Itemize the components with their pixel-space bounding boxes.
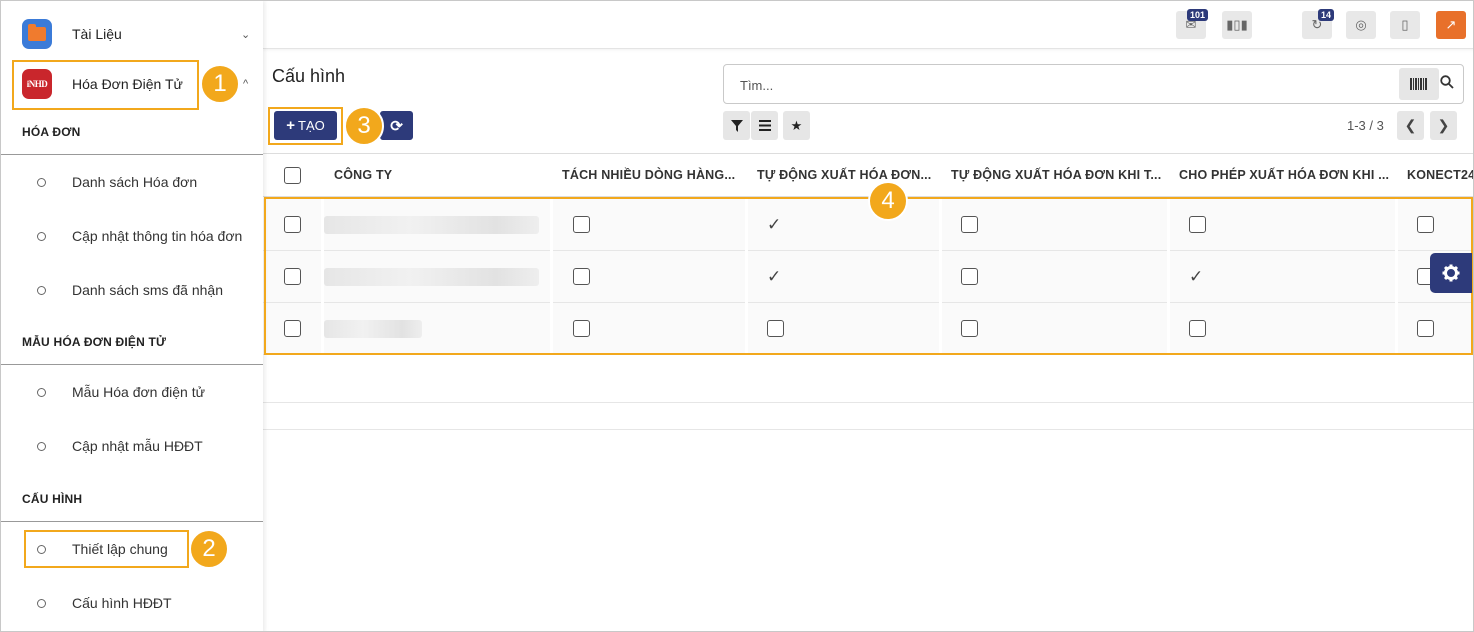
menu-item-einvoice-templates[interactable]: Mẫu Hóa đơn điện tử xyxy=(1,372,263,412)
column-header[interactable]: TỰ ĐỘNG XUẤT HÓA ĐƠN KHI T... xyxy=(951,154,1161,196)
menu-label: Cập nhật mẫu HĐĐT xyxy=(72,438,203,454)
column-header[interactable]: CHO PHÉP XUẤT HÓA ĐƠN KHI ... xyxy=(1179,154,1389,196)
barcode-icon xyxy=(1410,78,1427,90)
app-window: Tài Liệu ⌄ iNHD Hóa Đơn Điện Tử ^ HÓA ĐƠ… xyxy=(0,0,1474,632)
refresh-button[interactable]: ⟳ xyxy=(380,111,413,140)
settings-button[interactable] xyxy=(1430,253,1472,293)
divider xyxy=(1,521,263,522)
annotation-badge: 4 xyxy=(868,181,908,221)
folder-icon xyxy=(22,19,52,49)
select-all-checkbox[interactable] xyxy=(284,154,301,196)
bullet-icon xyxy=(37,441,46,451)
column-header[interactable]: CÔNG TY xyxy=(334,154,534,196)
column-header[interactable]: KONECT24 xyxy=(1407,154,1473,196)
app-label: Tài Liệu xyxy=(72,26,122,42)
menu-item-einvoice-config[interactable]: Cấu hình HĐĐT xyxy=(1,583,263,623)
activity-icon[interactable]: ↻ 14 xyxy=(1302,9,1334,39)
highlight-box xyxy=(268,107,343,145)
gear-icon xyxy=(1442,264,1460,282)
table-header: CÔNG TY TÁCH NHIỀU DÒNG HÀNG... TỰ ĐỘNG … xyxy=(263,153,1473,197)
annotation-badge: 2 xyxy=(189,529,229,569)
chat-count-badge: 101 xyxy=(1186,9,1208,21)
menu-label: Danh sách Hóa đơn xyxy=(72,174,198,190)
bullet-icon xyxy=(37,387,46,397)
empty-row-line xyxy=(263,429,1473,430)
highlight-box xyxy=(12,60,199,110)
empty-row-line xyxy=(263,402,1473,403)
highlight-box xyxy=(24,530,189,568)
activity-count-badge: 14 xyxy=(1317,9,1334,21)
pager-previous-button[interactable]: ❮ xyxy=(1397,111,1424,140)
menu-item-update-template[interactable]: Cập nhật mẫu HĐĐT xyxy=(1,426,263,466)
list-icon xyxy=(758,120,771,131)
divider xyxy=(1,364,263,365)
search-input[interactable] xyxy=(740,75,1380,95)
menu-label: Danh sách sms đã nhận xyxy=(72,282,223,298)
filter-icon xyxy=(730,119,743,132)
group-by-button[interactable] xyxy=(751,111,778,140)
annotation-badge: 3 xyxy=(344,106,384,146)
section-title: CẤU HÌNH xyxy=(22,492,83,506)
chevron-right-icon: ❯ xyxy=(1437,117,1450,133)
menu-item-update-invoice[interactable]: Cập nhật thông tin hóa đơn xyxy=(1,216,263,256)
chat-icon[interactable]: ✉ 101 xyxy=(1176,9,1208,39)
tablet-icon[interactable]: ▯ xyxy=(1390,11,1420,39)
pager-next-button[interactable]: ❯ xyxy=(1430,111,1457,140)
menu-item-sms-list[interactable]: Danh sách sms đã nhận xyxy=(1,270,263,310)
pager-value[interactable]: 1-3 / 3 xyxy=(1347,118,1384,133)
section-title: MẪU HÓA ĐƠN ĐIỆN TỬ xyxy=(22,335,167,349)
search-icon[interactable] xyxy=(1440,75,1454,89)
topbar: ✉ 101 ▮▯▮ ↻ 14 ◎ ▯ ↗ xyxy=(263,1,1473,49)
bullet-icon xyxy=(37,231,46,241)
divider xyxy=(1,154,263,155)
globe-icon[interactable]: ◎ xyxy=(1346,11,1376,39)
filter-button[interactable] xyxy=(723,111,750,140)
barcode-icon[interactable]: ▮▯▮ xyxy=(1222,11,1252,39)
menu-label: Cập nhật thông tin hóa đơn xyxy=(72,228,243,244)
column-header[interactable]: TỰ ĐỘNG XUẤT HÓA ĐƠN... xyxy=(757,154,933,196)
annotation-badge: 1 xyxy=(200,64,240,104)
star-icon: ★ xyxy=(790,117,803,133)
bullet-icon xyxy=(37,177,46,187)
chart-app-icon[interactable]: ↗ xyxy=(1436,11,1466,39)
menu-item-invoice-list[interactable]: Danh sách Hóa đơn xyxy=(1,162,263,202)
menu-label: Cấu hình HĐĐT xyxy=(72,595,172,611)
chevron-down-icon: ⌄ xyxy=(241,28,251,41)
app-documents[interactable]: Tài Liệu ⌄ xyxy=(1,11,263,57)
search-box xyxy=(723,64,1464,104)
section-title: HÓA ĐƠN xyxy=(22,125,81,139)
highlight-box xyxy=(264,197,1473,355)
bullet-icon xyxy=(37,598,46,608)
page-title: Cấu hình xyxy=(272,66,346,86)
chevron-left-icon: ❮ xyxy=(1404,117,1417,133)
menu-label: Mẫu Hóa đơn điện tử xyxy=(72,384,205,400)
bullet-icon xyxy=(37,285,46,295)
chevron-up-icon: ^ xyxy=(243,78,249,90)
favorites-button[interactable]: ★ xyxy=(783,111,810,140)
refresh-icon: ⟳ xyxy=(390,117,403,135)
barcode-scan-button[interactable] xyxy=(1399,68,1439,100)
column-header[interactable]: TÁCH NHIỀU DÒNG HÀNG... xyxy=(562,154,742,196)
